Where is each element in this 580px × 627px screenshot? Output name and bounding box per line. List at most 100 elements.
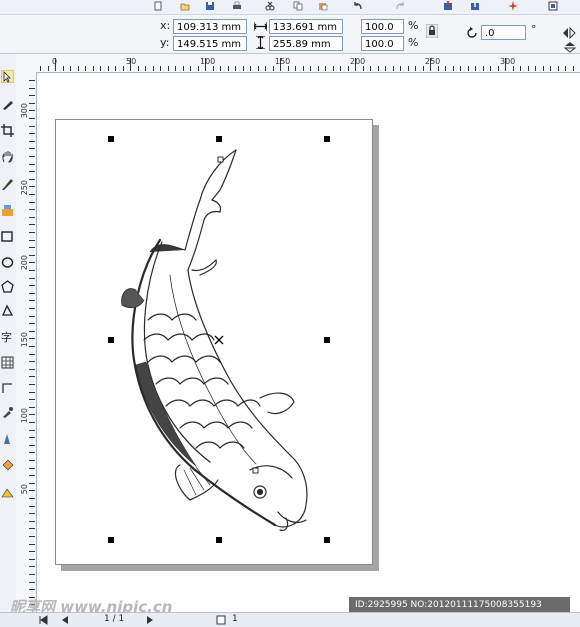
application-launcher-icon[interactable] — [508, 1, 518, 11]
ruler-origin[interactable] — [16, 54, 37, 73]
basic-shapes-tool-icon[interactable] — [1, 304, 14, 317]
ruler-tick — [445, 66, 446, 71]
ruler-tick — [385, 66, 386, 71]
ruler-tick — [29, 140, 35, 142]
ruler-tick — [29, 171, 35, 173]
fill-tool-icon[interactable] — [1, 458, 14, 471]
ruler-tick — [152, 66, 154, 71]
ruler-tick — [242, 66, 244, 71]
next-page-icon[interactable] — [145, 615, 155, 625]
page-tab-icon[interactable] — [216, 615, 226, 625]
ruler-tick — [392, 66, 394, 71]
ruler-v-label: 50 — [20, 484, 29, 495]
y-position-field[interactable]: 149.515 mm — [173, 36, 247, 51]
redo-icon[interactable] — [395, 1, 405, 11]
save-icon[interactable] — [205, 1, 215, 11]
ruler-h-label: 250 — [425, 57, 441, 66]
object-width-field[interactable]: 133.691 mm — [269, 19, 343, 34]
page-navigator: 1 / 1 1 — [0, 612, 580, 627]
ruler-tick — [29, 437, 35, 439]
ruler-tick — [197, 66, 199, 71]
selection-handle-top[interactable] — [216, 136, 222, 142]
dimension-tool-icon[interactable] — [1, 382, 14, 395]
ruler-tick — [235, 66, 236, 71]
ruler-tick — [167, 66, 169, 71]
selection-handle-left[interactable] — [108, 337, 114, 343]
welcome-screen-icon[interactable] — [548, 1, 558, 11]
ruler-tick — [160, 66, 161, 71]
table-tool-icon[interactable] — [1, 356, 14, 369]
smart-fill-tool-icon[interactable] — [1, 204, 14, 217]
pick-tool-icon[interactable] — [1, 70, 14, 83]
ruler-tick — [452, 66, 454, 71]
ruler-tick — [29, 589, 35, 591]
scale-height-field[interactable]: 100.0 — [361, 36, 404, 51]
ruler-tick — [29, 574, 35, 575]
freehand-tool-icon[interactable] — [1, 178, 14, 191]
ruler-tick — [29, 156, 35, 157]
cut-icon[interactable] — [265, 1, 275, 11]
object-height-field[interactable]: 255.89 mm — [269, 36, 343, 51]
ruler-tick — [482, 66, 484, 71]
lock-ratio-icon[interactable] — [426, 24, 438, 38]
ruler-tick — [29, 528, 35, 530]
ruler-tick — [467, 66, 469, 71]
import-icon[interactable] — [443, 1, 453, 11]
copy-icon[interactable] — [293, 1, 303, 11]
export-icon[interactable] — [470, 1, 480, 11]
print-icon[interactable] — [232, 1, 242, 11]
ruler-tick — [29, 308, 35, 309]
ruler-tick — [29, 361, 35, 363]
selection-handle-bottom-right[interactable] — [324, 537, 330, 543]
ruler-tick — [115, 66, 116, 71]
previous-page-icon[interactable] — [60, 615, 70, 625]
ruler-tick — [415, 66, 416, 71]
y-label: y: — [160, 36, 170, 49]
mirror-horizontal-icon[interactable] — [562, 27, 576, 39]
hand-tool-icon[interactable] — [1, 150, 14, 163]
open-folder-icon[interactable] — [180, 1, 190, 11]
new-document-icon[interactable] — [153, 1, 163, 11]
ruler-tick — [29, 80, 35, 81]
selection-handle-bottom-left[interactable] — [108, 537, 114, 543]
outline-pen-tool-icon[interactable] — [1, 432, 14, 445]
rotation-center-icon[interactable] — [214, 335, 224, 345]
selection-handle-top-left[interactable] — [108, 136, 114, 142]
ruler-tick — [29, 475, 35, 477]
selection-handle-bottom[interactable] — [216, 537, 222, 543]
ruler-tick — [400, 66, 401, 71]
ruler-tick — [29, 285, 35, 287]
interactive-fill-tool-icon[interactable] — [1, 486, 14, 499]
scale-width-field[interactable]: 100.0 — [361, 19, 404, 34]
property-bar: x: 109.313 mm y: 149.515 mm 133.691 mm 2… — [0, 15, 580, 54]
undo-icon[interactable] — [353, 1, 363, 11]
first-page-icon[interactable] — [38, 615, 48, 625]
eyedropper-tool-icon[interactable] — [1, 406, 14, 419]
ruler-tick — [340, 66, 341, 71]
crop-tool-icon[interactable] — [1, 124, 14, 137]
paste-icon[interactable] — [318, 1, 328, 11]
rectangle-tool-icon[interactable] — [1, 230, 14, 243]
selection-handle-top-right[interactable] — [324, 136, 330, 142]
ruler-h-label: 0 — [52, 57, 58, 66]
text-tool-icon[interactable]: 字 — [1, 330, 14, 343]
shape-tool-icon[interactable] — [1, 98, 14, 111]
polygon-tool-icon[interactable] — [1, 280, 14, 293]
ruler-tick — [302, 66, 304, 71]
ruler-tick — [29, 536, 35, 537]
page-tab-label[interactable]: 1 — [232, 614, 238, 624]
x-position-field[interactable]: 109.313 mm — [173, 19, 247, 34]
rotation-angle-field[interactable]: .0 — [481, 25, 526, 40]
ruler-tick — [29, 262, 35, 264]
ruler-tick — [370, 66, 371, 71]
ruler-tick — [29, 452, 35, 454]
ruler-tick — [70, 66, 71, 71]
mirror-vertical-icon[interactable] — [564, 41, 576, 53]
ruler-tick — [310, 66, 311, 71]
ruler-tick — [29, 118, 35, 119]
ruler-tick — [29, 270, 35, 271]
ruler-tick — [122, 66, 124, 71]
selection-handle-right[interactable] — [324, 337, 330, 343]
ruler-tick — [29, 292, 35, 294]
ellipse-tool-icon[interactable] — [1, 256, 14, 269]
